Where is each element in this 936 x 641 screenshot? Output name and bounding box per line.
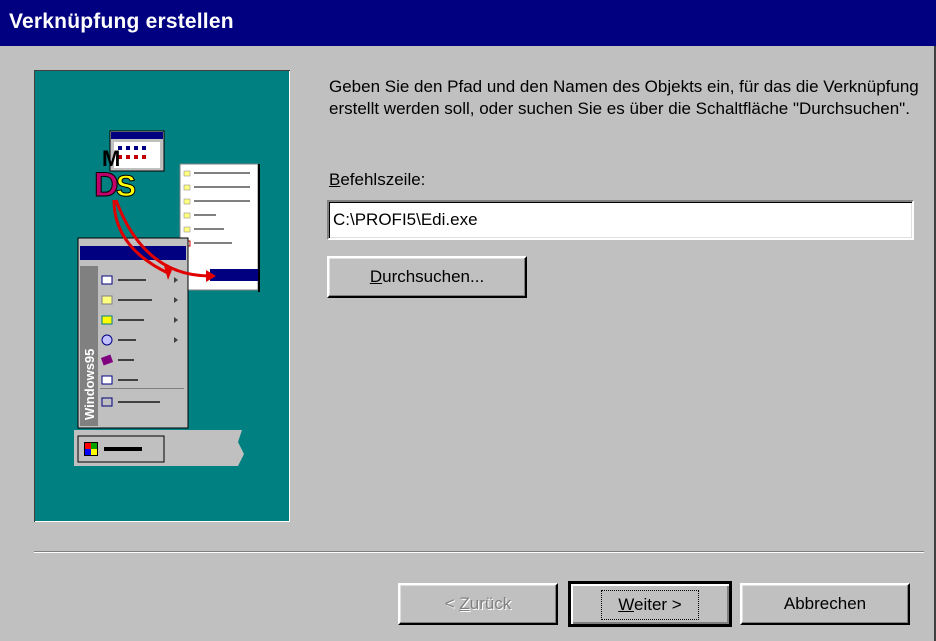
shortcut-illustration-graphic: M D S Windows95 xyxy=(74,130,260,466)
svg-text:D: D xyxy=(94,166,119,204)
back-label: urück xyxy=(469,594,512,613)
separator xyxy=(34,551,924,553)
command-line-label-mnemonic: B xyxy=(329,170,341,189)
command-line-label: Befehlszeile: xyxy=(329,170,425,190)
title-bar: Verknüpfung erstellen xyxy=(0,0,936,46)
browse-mnemonic: D xyxy=(369,267,383,286)
back-mnemonic: Z xyxy=(459,594,470,613)
back-button[interactable]: < Zurück xyxy=(398,583,558,625)
taskbar xyxy=(74,430,244,466)
wizard-illustration: M D S Windows95 xyxy=(34,70,290,522)
next-label: eiter > xyxy=(634,595,682,614)
next-button[interactable]: Weiter > xyxy=(568,581,732,627)
command-line-input[interactable] xyxy=(327,200,914,240)
windows95-banner: Windows95 xyxy=(82,349,97,420)
cancel-button[interactable]: Abbrechen xyxy=(740,583,910,625)
instructions-text: Geben Sie den Pfad und den Namen des Obj… xyxy=(329,77,919,118)
svg-text:S: S xyxy=(116,170,136,203)
back-lead: < xyxy=(444,594,460,613)
next-mnemonic: W xyxy=(618,595,634,614)
command-line-label-text: efehlszeile: xyxy=(340,170,426,189)
window-title: Verknüpfung erstellen xyxy=(9,10,234,33)
browse-label: urchsuchen... xyxy=(382,267,485,286)
browse-button[interactable]: Durchsuchen... xyxy=(327,256,527,298)
programs-submenu xyxy=(179,163,260,292)
